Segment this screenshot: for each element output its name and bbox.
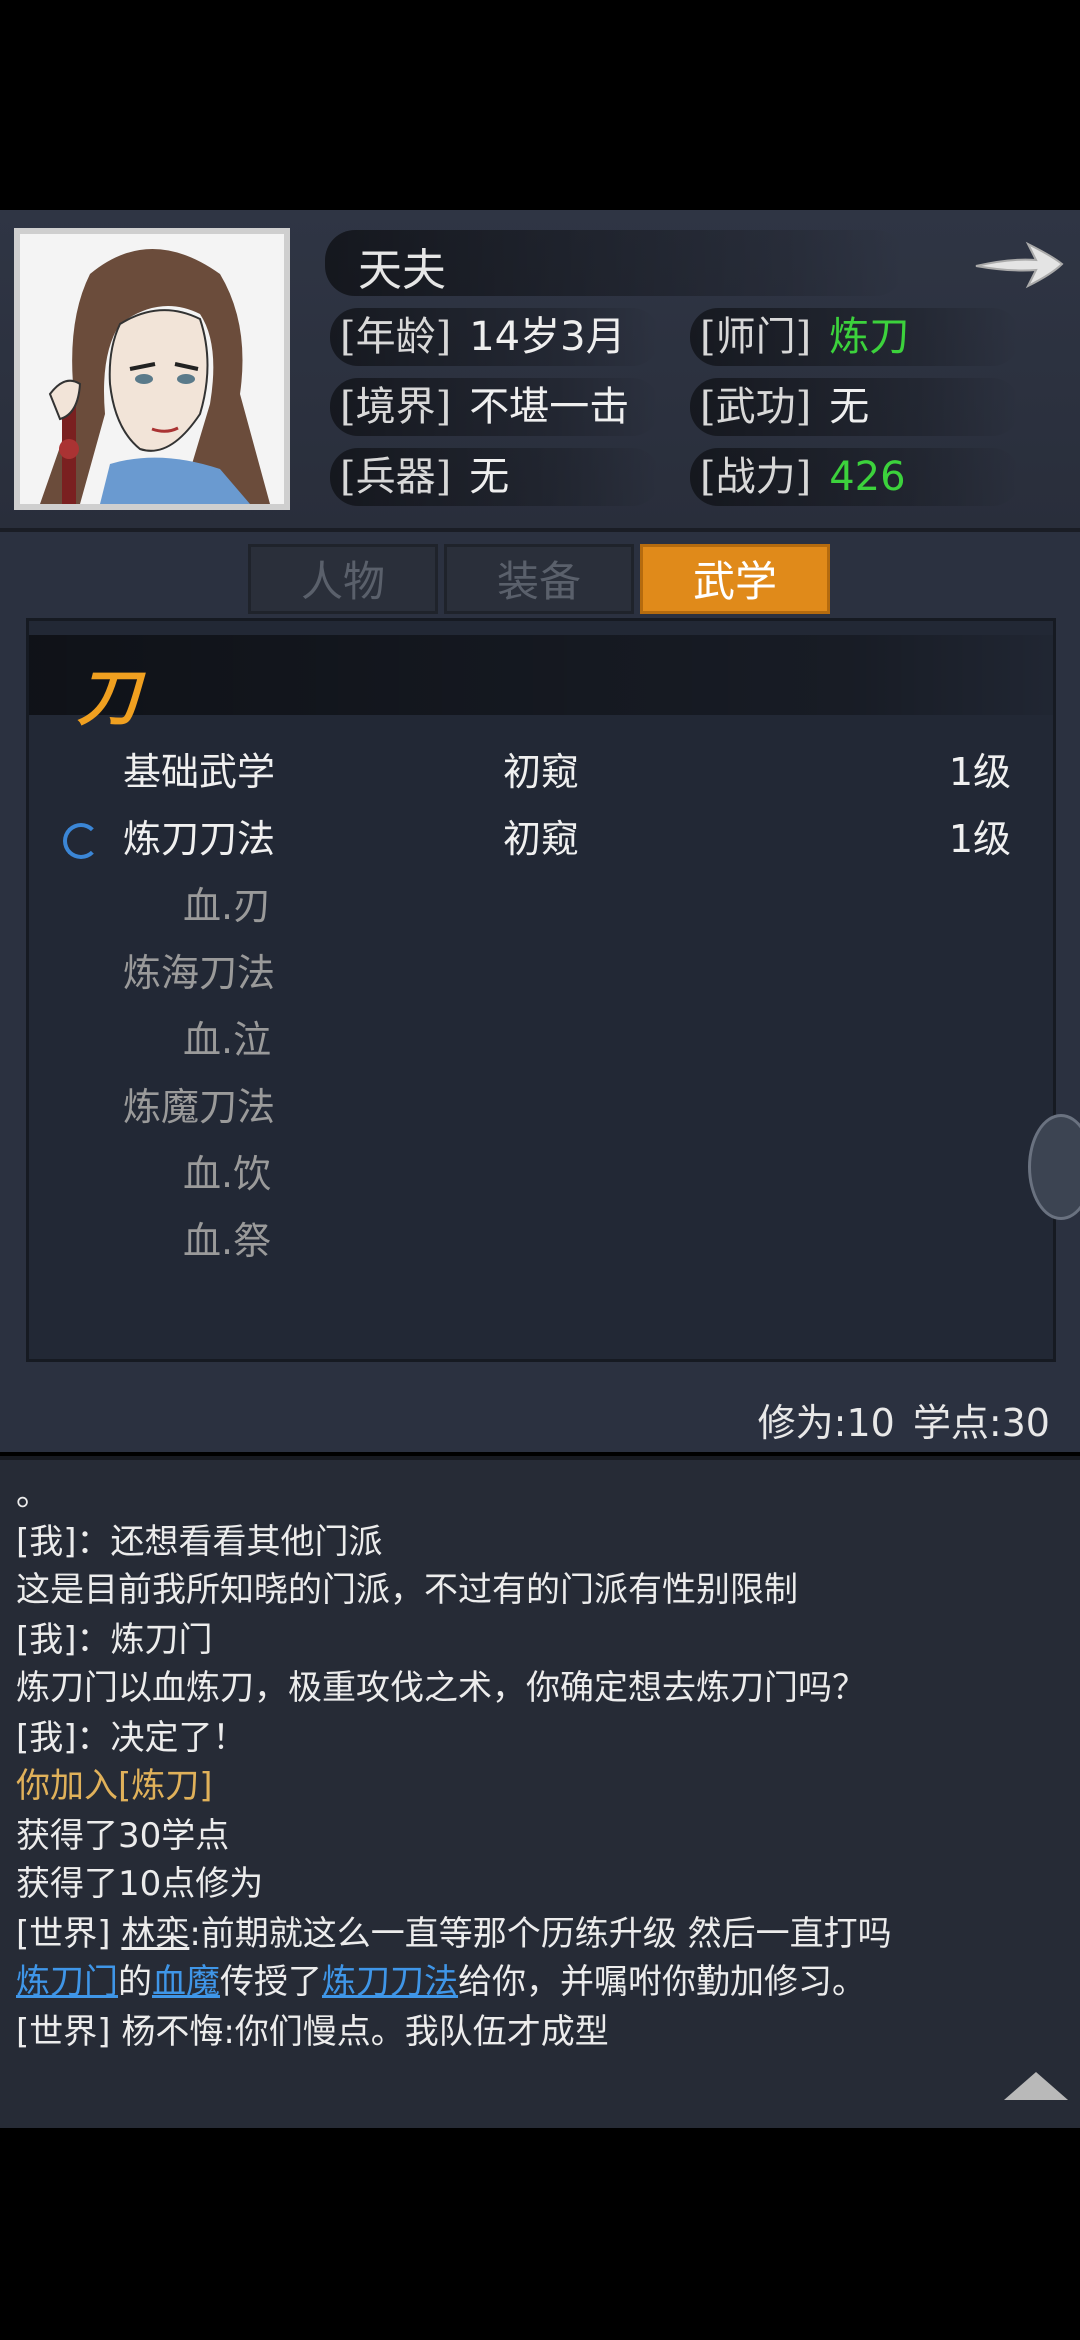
martial-panel: 人物 装备 武学 刀 基础武学 初窥 1级 炼刀刀法 初窥 1级 血.刃 炼海刀… bbox=[0, 532, 1080, 1452]
skill-row[interactable]: 炼魔刀法 bbox=[29, 1074, 1053, 1140]
chat-line-world: [世界] 杨不悔:你们慢点。我队伍才成型 bbox=[16, 2008, 609, 2056]
status-bar-area bbox=[0, 0, 1080, 210]
skill-name: 炼刀刀法 bbox=[123, 817, 276, 861]
chat-line-join: 你加入[炼刀] bbox=[16, 1762, 213, 1810]
skill-row[interactable]: 血.刃 bbox=[29, 873, 1053, 939]
sect-link[interactable]: 炼刀门 bbox=[16, 1962, 118, 2002]
points-summary: 修为:10 学点:30 bbox=[740, 1392, 1050, 1447]
weapon-label: [兵器] bbox=[340, 454, 452, 500]
teach-de: 的 bbox=[118, 1962, 152, 2002]
skill-name: 血.饮 bbox=[183, 1152, 272, 1196]
weapon-value: 无 bbox=[469, 454, 510, 500]
arrow-right-icon bbox=[975, 241, 1064, 289]
chat-line-teach: 炼刀门的血魔传授了炼刀刀法给你，并嘱咐你勤加修习。 bbox=[16, 1958, 866, 2006]
tab-character[interactable]: 人物 bbox=[248, 544, 438, 614]
skill-name: 血.祭 bbox=[183, 1219, 272, 1263]
cultivation-points: 修为:10 bbox=[757, 1401, 895, 1445]
realm-label: [境界] bbox=[340, 384, 452, 430]
skill-name: 炼海刀法 bbox=[123, 951, 276, 995]
world-tag: [世界] bbox=[16, 2012, 111, 2052]
character-header: 天夫 [年龄] 14岁3月 [师门] 炼刀 [境界] 不堪一击 [武功] 无 [兵器] 无… bbox=[0, 210, 1080, 532]
category-bar: 刀 bbox=[29, 635, 1053, 734]
join-sect: [炼刀] bbox=[118, 1766, 213, 1806]
skill-row[interactable]: 血.祭 bbox=[29, 1208, 1053, 1274]
skill-row[interactable]: 血.泣 bbox=[29, 1007, 1053, 1073]
character-name: 天夫 bbox=[358, 245, 446, 296]
world-user-link[interactable]: 林栾 bbox=[121, 1914, 189, 1954]
power-row: [战力] 426 bbox=[700, 446, 906, 508]
teach-mid: 传授了 bbox=[220, 1962, 322, 2002]
skill-level: 初窥 bbox=[503, 750, 580, 794]
teach-end: 给你，并嘱咐你勤加修习。 bbox=[458, 1962, 866, 2002]
power-label: [战力] bbox=[700, 454, 812, 500]
training-spinner-icon bbox=[63, 823, 99, 859]
skill-row[interactable]: 炼刀刀法 初窥 1级 bbox=[29, 806, 1053, 872]
nav-bar-area bbox=[0, 2128, 1080, 2340]
sect-value: 炼刀 bbox=[829, 314, 910, 360]
study-points: 学点:30 bbox=[912, 1401, 1050, 1445]
chat-line: 这是目前我所知晓的门派，不过有的门派有性别限制 bbox=[16, 1570, 798, 1610]
skill-list: 刀 基础武学 初窥 1级 炼刀刀法 初窥 1级 血.刃 炼海刀法 血.泣 炼魔刀… bbox=[26, 618, 1056, 1362]
world-message: :前期就这么一直等那个历练升级 然后一直打吗 bbox=[189, 1914, 892, 1954]
age-value: 14岁3月 bbox=[469, 314, 626, 360]
chat-line: 获得了30学点 bbox=[16, 1816, 230, 1856]
chat-line: 获得了10点修为 bbox=[16, 1864, 264, 1904]
chat-line: [我]：还想看看其他门派 bbox=[16, 1522, 383, 1562]
skill-name: 基础武学 bbox=[123, 750, 276, 794]
next-arrow-button[interactable] bbox=[970, 230, 1066, 296]
skill-level: 初窥 bbox=[503, 817, 580, 861]
skill-row[interactable]: 炼海刀法 bbox=[29, 940, 1053, 1006]
chat-line: 炼刀门以血炼刀，极重攻伐之术，你确定想去炼刀门吗？ bbox=[16, 1668, 866, 1708]
power-value: 426 bbox=[829, 454, 906, 500]
tab-martial-arts[interactable]: 武学 bbox=[640, 544, 830, 614]
skill-name: 炼魔刀法 bbox=[123, 1085, 276, 1129]
tab-equipment[interactable]: 装备 bbox=[444, 544, 634, 614]
martial-row: [武功] 无 bbox=[700, 376, 869, 438]
category-blade: 刀 bbox=[77, 661, 140, 734]
skill-rank: 1级 bbox=[948, 750, 1011, 794]
martial-value: 无 bbox=[829, 384, 870, 430]
chat-log[interactable]: 。 [我]：还想看看其他门派 这是目前我所知晓的门派，不过有的门派有性别限制 [… bbox=[0, 1456, 1080, 2132]
realm-row: [境界] 不堪一击 bbox=[340, 376, 629, 438]
skill-name: 血.刃 bbox=[183, 884, 272, 928]
world-message: 杨不悔:你们慢点。我队伍才成型 bbox=[110, 2012, 609, 2052]
chat-expand-icon[interactable] bbox=[1004, 2072, 1068, 2100]
realm-value: 不堪一击 bbox=[469, 384, 630, 430]
join-prefix: 你加入 bbox=[16, 1766, 118, 1806]
weapon-row: [兵器] 无 bbox=[340, 446, 509, 508]
skill-row[interactable]: 基础武学 初窥 1级 bbox=[29, 739, 1053, 805]
martial-label: [武功] bbox=[700, 384, 812, 430]
character-portrait[interactable] bbox=[14, 228, 290, 510]
skill-row[interactable]: 血.饮 bbox=[29, 1141, 1053, 1207]
skill-name: 血.泣 bbox=[183, 1018, 272, 1062]
chat-line-world: [世界] 林栾:前期就这么一直等那个历练升级 然后一直打吗 bbox=[16, 1910, 892, 1958]
chat-line: 。 bbox=[16, 1474, 50, 1514]
skill-rank: 1级 bbox=[948, 817, 1011, 861]
age-row: [年龄] 14岁3月 bbox=[340, 306, 626, 368]
skill-link[interactable]: 炼刀刀法 bbox=[322, 1962, 458, 2002]
world-tag: [世界] bbox=[16, 1914, 111, 1954]
age-label: [年龄] bbox=[340, 314, 452, 360]
sect-label: [师门] bbox=[700, 314, 812, 360]
master-link[interactable]: 血魔 bbox=[152, 1962, 220, 2002]
sect-row: [师门] 炼刀 bbox=[700, 306, 909, 368]
chat-line: [我]：炼刀门 bbox=[16, 1620, 213, 1660]
chat-line: [我]：决定了！ bbox=[16, 1718, 247, 1758]
